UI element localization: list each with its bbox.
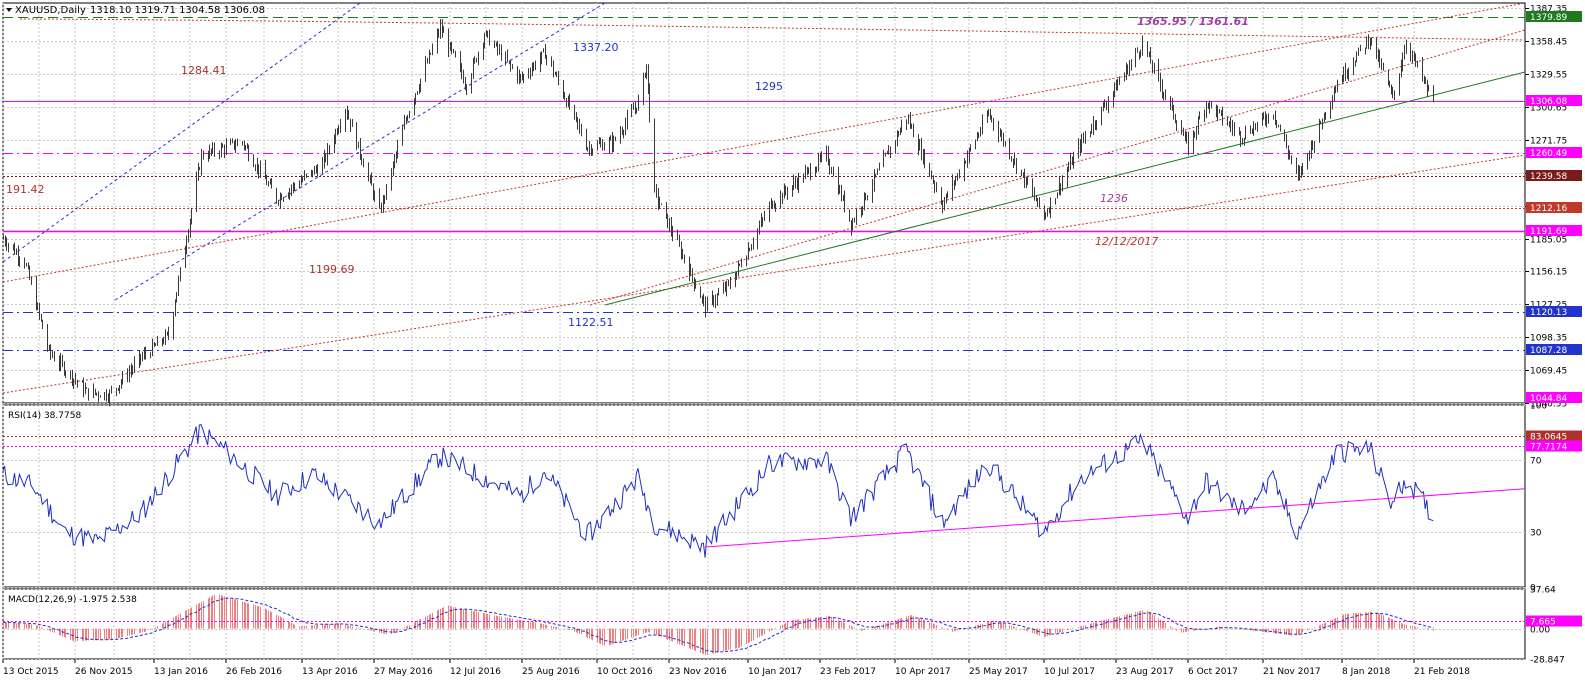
time-tick-label: 13 Oct 2015 <box>3 667 59 677</box>
price-level-tag-text: 1191.69 <box>1530 227 1567 237</box>
time-tick-label: 10 Apr 2017 <box>895 667 951 677</box>
symbol-label: XAUUSD,Daily <box>15 5 86 16</box>
macd-tick-label: -28.847 <box>1530 656 1565 666</box>
time-tick-label: 8 Jan 2018 <box>1342 667 1390 677</box>
chart-window[interactable]: 1387.351358.451329.551300.651271.751242.… <box>0 0 1585 688</box>
time-tick-label: 25 May 2017 <box>969 667 1028 677</box>
macd-level-tag-text: 7.665 <box>1530 618 1556 628</box>
price-tick-label: 1271.75 <box>1530 137 1567 147</box>
price-tick-label: 1098.35 <box>1530 334 1567 344</box>
price-level-tag-text: 1212.16 <box>1530 204 1567 214</box>
time-tick-label: 21 Feb 2018 <box>1414 667 1470 677</box>
time-tick-label: 23 Nov 2016 <box>669 667 727 677</box>
annotation-1295: 1295 <box>755 80 783 93</box>
time-tick-label: 13 Apr 2016 <box>302 667 358 677</box>
price-level-tag-text: 1087.28 <box>1530 346 1567 356</box>
price-level-tag-text: 1260.49 <box>1530 149 1567 159</box>
price-level-tag-text: 1239.58 <box>1530 172 1567 182</box>
time-tick-label: 26 Feb 2016 <box>226 667 282 677</box>
annotation-1365-95: 1365.95 / 1361.61 <box>1137 15 1249 28</box>
time-tick-label: 26 Nov 2015 <box>75 667 133 677</box>
annotation-1284-41: 1284.41 <box>181 64 227 77</box>
rsi-level-tag-text: 77.7174 <box>1530 443 1567 453</box>
time-tick-label: 6 Oct 2017 <box>1188 667 1238 677</box>
time-tick-label: 27 May 2016 <box>374 667 433 677</box>
annotation-12-12-2017: 12/12/2017 <box>1095 235 1158 248</box>
rsi-panel[interactable] <box>2 404 1526 588</box>
price-level-tag-text: 1044.84 <box>1530 394 1567 404</box>
annotation-191-42: 191.42 <box>6 183 45 196</box>
macd-panel[interactable] <box>2 588 1526 660</box>
time-tick-label: 10 Jul 2017 <box>1044 667 1095 677</box>
annotation-1337-20: 1337.20 <box>573 41 619 54</box>
ohlc-label: 1318.10 1319.71 1304.58 1306.08 <box>90 5 265 16</box>
macd-tick-label: 37.64 <box>1530 586 1556 596</box>
time-tick-label: 25 Aug 2016 <box>522 667 580 677</box>
time-tick-label: 10 Oct 2016 <box>597 667 653 677</box>
price-tick-label: 1329.55 <box>1530 71 1567 81</box>
price-tick-label: 1358.45 <box>1530 38 1567 48</box>
rsi-tick-label: 30 <box>1530 529 1542 539</box>
price-level-tag-text: 1379.89 <box>1530 13 1567 23</box>
time-tick-label: 10 Jan 2017 <box>748 667 802 677</box>
chart-canvas[interactable]: 1387.351358.451329.551300.651271.751242.… <box>0 0 1585 688</box>
price-level-tag-text: 1306.08 <box>1530 97 1567 107</box>
rsi-tick-label: 70 <box>1530 457 1542 467</box>
price-panel[interactable] <box>2 2 1526 404</box>
time-tick-label: 21 Nov 2017 <box>1263 667 1321 677</box>
annotation-1199-69: 1199.69 <box>309 263 355 276</box>
annotation-1236: 1236 <box>1100 192 1128 205</box>
time-tick-label: 23 Aug 2017 <box>1116 667 1174 677</box>
rsi-label: RSI(14) 38.7758 <box>8 411 81 421</box>
price-level-tag-text: 1120.13 <box>1530 308 1567 318</box>
macd-label: MACD(12,26,9) -1.975 2.538 <box>8 595 137 605</box>
annotation-1122-51: 1122.51 <box>568 316 614 329</box>
time-tick-label: 12 Jul 2016 <box>450 667 501 677</box>
price-tick-label: 1069.45 <box>1530 367 1567 377</box>
price-tick-label: 1156.15 <box>1530 268 1567 278</box>
time-tick-label: 23 Feb 2017 <box>820 667 876 677</box>
time-tick-label: 13 Jan 2016 <box>154 667 208 677</box>
price-tick-label: 1185.05 <box>1530 236 1567 246</box>
